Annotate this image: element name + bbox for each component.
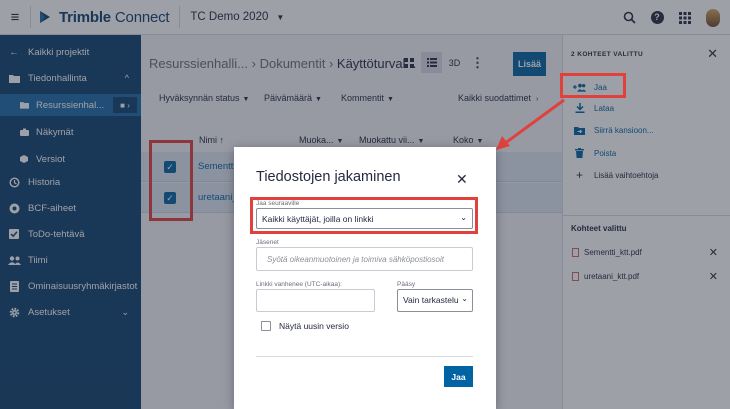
- members-input[interactable]: Syötä oikeanmuotoinen ja toimiva sähköpo…: [256, 247, 473, 271]
- expiry-date-input[interactable]: [256, 289, 375, 312]
- latest-version-label: Näytä uusin versio: [279, 321, 349, 331]
- divider: [256, 356, 473, 357]
- chevron-down-icon: ⌄: [461, 294, 468, 303]
- members-label: Jäsenet: [256, 239, 279, 246]
- annotation-highlight: [560, 73, 626, 98]
- share-dialog: Tiedostojen jakaminen ✕ Jaa seuraaville …: [234, 147, 496, 409]
- annotation-arrow-icon: [496, 98, 565, 150]
- close-icon[interactable]: ✕: [456, 171, 468, 188]
- share-button[interactable]: Jaa: [444, 366, 473, 387]
- latest-version-checkbox[interactable]: [261, 321, 271, 331]
- access-label: Pääsy: [397, 281, 416, 288]
- dialog-title: Tiedostojen jakaminen: [256, 169, 401, 185]
- annotation-highlight: [250, 197, 478, 234]
- expiry-label: Linkki vanhenee (UTC-aikaa):: [256, 281, 342, 288]
- access-select[interactable]: Vain tarkastelu ⌄: [397, 289, 473, 312]
